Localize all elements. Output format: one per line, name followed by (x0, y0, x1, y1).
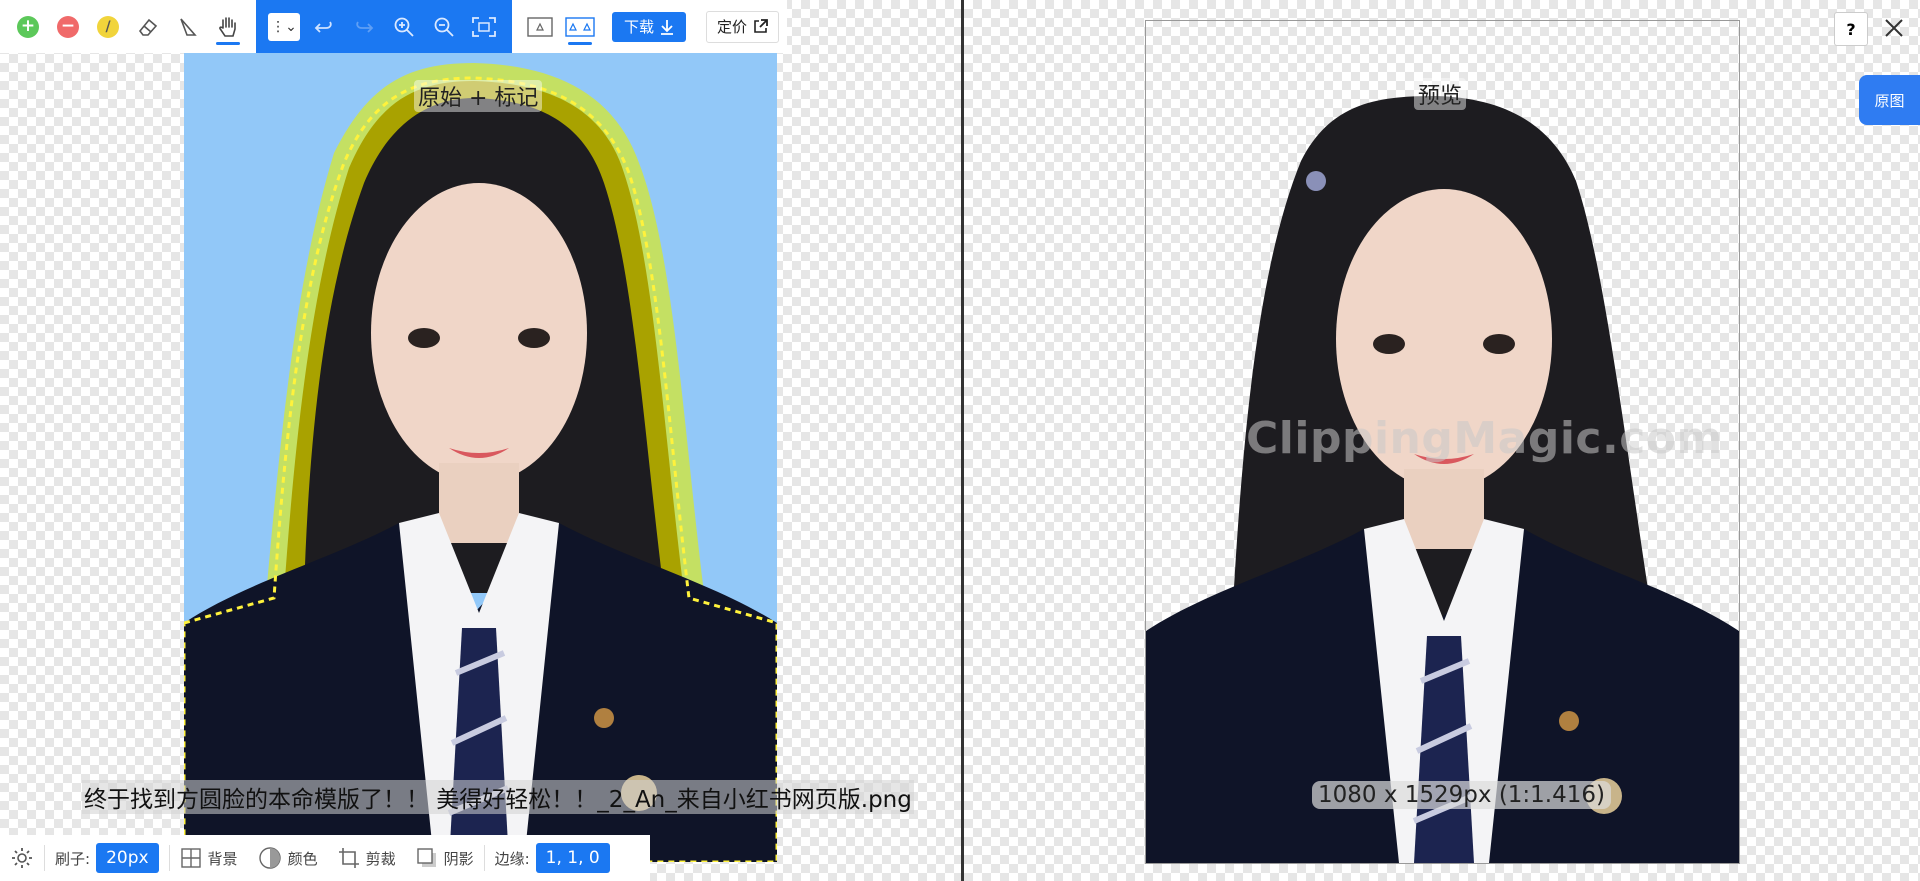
crop-icon (338, 848, 359, 868)
external-link-icon (754, 19, 768, 33)
hair-tool-button[interactable]: / (88, 7, 128, 47)
eraser-tool-button[interactable] (128, 7, 168, 47)
right-eye (518, 328, 550, 348)
background-label: 背景 (207, 849, 238, 868)
left-editor-pane[interactable]: 原始 + 标记 终于找到方圆脸的本命模版了！！ 美得好轻松！！_2_An_来自小… (0, 0, 961, 881)
left-pane-label: 原始 + 标记 (414, 80, 543, 112)
close-button[interactable] (1876, 10, 1912, 46)
hand-icon (219, 16, 236, 37)
scalpel-tool-button[interactable] (168, 7, 208, 47)
margin-label: 边缘: (494, 849, 530, 868)
right-pane-label: 预览 (1414, 78, 1467, 110)
original-image-with-markup[interactable] (184, 53, 777, 862)
view-tools: ⋮⌄ (256, 0, 512, 53)
neck (439, 463, 519, 543)
fit-screen-button[interactable] (464, 7, 504, 47)
face (371, 183, 587, 483)
watermark: ClippingMagic.com (1246, 413, 1723, 464)
eraser-icon (138, 18, 158, 36)
shadow-button[interactable]: 阴影 (406, 835, 484, 881)
undo-button[interactable] (304, 7, 344, 47)
download-icon (661, 19, 674, 35)
redo-button[interactable] (344, 7, 384, 47)
single-view-icon (527, 16, 553, 37)
brush-size-value[interactable]: 20px (96, 843, 159, 873)
undo-icon (314, 21, 332, 33)
image-dimensions: 1080 x 1529px (1:1.416) (1312, 781, 1611, 809)
minus-circle-icon: − (57, 15, 79, 38)
background-grid-icon (180, 848, 201, 868)
crop-button[interactable]: 剪裁 (328, 835, 406, 881)
slash-circle-icon: / (97, 15, 119, 38)
background-button[interactable]: 背景 (170, 835, 248, 881)
scalpel-icon (180, 17, 197, 36)
pricing-label: 定价 (717, 18, 748, 36)
shadow-icon (416, 848, 436, 867)
more-dropdown-icon: ⋮⌄ (268, 12, 300, 41)
preview-right-eye (1483, 334, 1515, 354)
brush-label: 刷子: (55, 849, 91, 868)
preview-frame: ClippingMagic.com 1080 x 1529px (1:1.416… (1145, 20, 1740, 864)
margin-value[interactable]: 1, 1, 0 (535, 843, 610, 873)
preview-neck (1404, 469, 1484, 549)
download-button[interactable]: 下载 (612, 11, 687, 42)
gear-icon (12, 848, 32, 868)
split-view-button[interactable] (560, 7, 600, 47)
redo-icon (356, 21, 374, 33)
hair-clip (1306, 171, 1326, 191)
settings-button[interactable] (0, 835, 44, 881)
download-label: 下载 (624, 18, 655, 36)
fit-screen-icon (472, 16, 496, 37)
color-contrast-icon (258, 847, 281, 869)
color-label: 颜色 (287, 849, 318, 868)
brush-size-control[interactable]: 刷子: 20px (45, 835, 169, 881)
more-menu-button[interactable]: ⋮⌄ (264, 7, 304, 47)
preview-badge (1559, 711, 1579, 731)
pricing-button[interactable]: 定价 (706, 10, 780, 43)
remove-tool-button[interactable]: − (48, 7, 88, 47)
color-button[interactable]: 颜色 (248, 835, 328, 881)
help-button[interactable]: ? (1834, 12, 1868, 46)
original-image-tab[interactable]: 原图 (1859, 75, 1920, 125)
badge (594, 708, 614, 728)
preview-left-eye (1373, 334, 1405, 354)
left-eye (408, 328, 440, 348)
single-view-button[interactable] (520, 7, 560, 47)
zoom-out-icon (434, 17, 454, 37)
zoom-out-button[interactable] (424, 7, 464, 47)
add-keep-tool-button[interactable]: + (8, 7, 48, 47)
margin-control[interactable]: 边缘: 1, 1, 0 (485, 835, 620, 881)
view-mode-tools: 下载 定价 (512, 0, 788, 53)
right-preview-pane[interactable]: ClippingMagic.com 1080 x 1529px (1:1.416… (964, 0, 1920, 881)
toolbar: + − / ⋮⌄ 下载 定价 (0, 0, 788, 53)
zoom-in-button[interactable] (384, 7, 424, 47)
plus-circle-icon: + (17, 15, 39, 38)
pan-tool-button[interactable] (208, 7, 248, 47)
drawing-tools: + − / (0, 0, 256, 53)
close-icon (1885, 19, 1903, 37)
filename: 终于找到方圆脸的本命模版了！！ 美得好轻松！！_2_An_来自小红书网页版.pn… (82, 780, 914, 814)
zoom-in-icon (394, 17, 414, 37)
bottom-bar: 刷子: 20px 背景 颜色 剪裁 阴影 边缘: 1, 1, 0 (0, 835, 650, 881)
split-view-icon (565, 16, 595, 37)
shadow-label: 阴影 (443, 849, 474, 868)
crop-label: 剪裁 (365, 849, 396, 868)
